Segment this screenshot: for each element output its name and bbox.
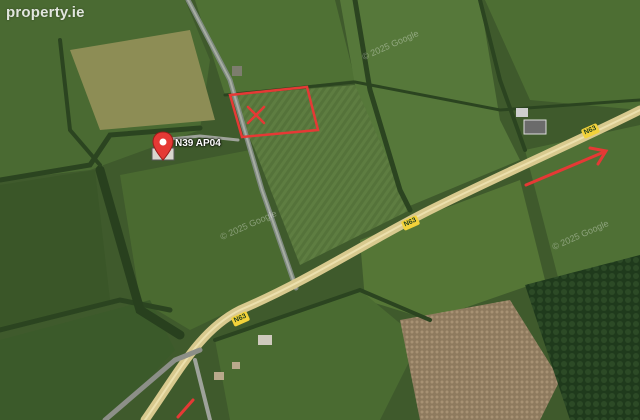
- shed: [232, 362, 240, 369]
- house: [258, 335, 272, 345]
- watermark-logo: property.ie: [6, 4, 85, 21]
- house: [523, 119, 547, 135]
- map-imagery: [0, 0, 640, 420]
- satellite-map[interactable]: property.ie N39 AP04 N63 N63 N63 © 2025 …: [0, 0, 640, 420]
- shed: [232, 66, 242, 76]
- pin-label: N39 AP04: [175, 138, 221, 149]
- shed: [516, 108, 528, 117]
- shed: [214, 372, 224, 380]
